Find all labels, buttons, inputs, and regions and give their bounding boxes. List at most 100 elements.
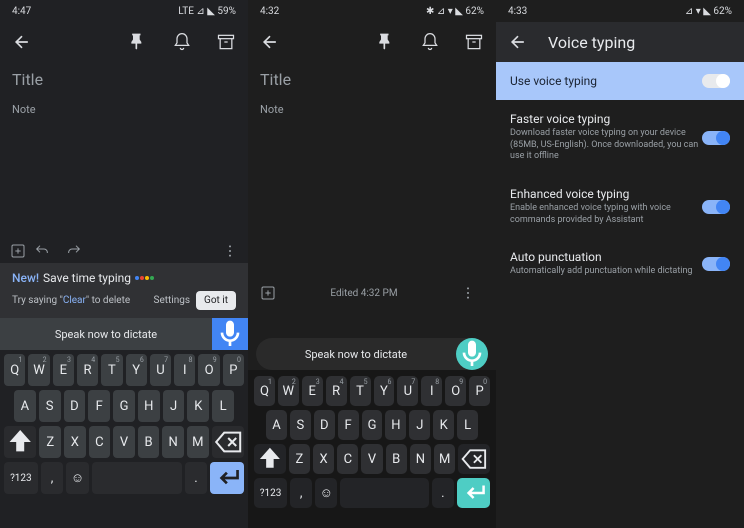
key-f[interactable]: F [88, 390, 110, 422]
key-w[interactable]: W2 [28, 354, 49, 386]
key-t[interactable]: T5 [101, 354, 122, 386]
more-icon[interactable] [222, 243, 238, 259]
toggle-switch[interactable] [702, 74, 730, 88]
key-h[interactable]: H [385, 410, 406, 440]
key-b[interactable]: B [386, 444, 407, 474]
key-f[interactable]: F [338, 410, 359, 440]
comma-key[interactable]: , [41, 462, 64, 494]
setting-row-1[interactable]: Faster voice typingDownload faster voice… [496, 100, 744, 175]
key-e[interactable]: E3 [302, 376, 323, 406]
key-u[interactable]: U7 [150, 354, 171, 386]
reminder-icon[interactable] [420, 32, 440, 52]
key-g[interactable]: G [362, 410, 383, 440]
key-b[interactable]: B [138, 426, 160, 458]
emoji-key[interactable]: ☺ [66, 462, 89, 494]
back-button[interactable] [508, 32, 528, 52]
space-key[interactable] [340, 478, 428, 508]
key-v[interactable]: V [361, 444, 382, 474]
key-k[interactable]: K [187, 390, 209, 422]
gotit-button[interactable]: Got it [196, 291, 236, 310]
key-j[interactable]: J [409, 410, 430, 440]
key-o[interactable]: O9 [198, 354, 219, 386]
key-h[interactable]: H [138, 390, 160, 422]
space-key[interactable] [92, 462, 182, 494]
back-button[interactable] [12, 32, 32, 52]
key-a[interactable]: A [14, 390, 36, 422]
enter-key[interactable] [457, 478, 490, 508]
key-y[interactable]: Y6 [374, 376, 395, 406]
mic-button[interactable] [212, 318, 248, 350]
sym-key[interactable]: ?123 [254, 478, 287, 508]
key-c[interactable]: C [89, 426, 111, 458]
reminder-icon[interactable] [172, 32, 192, 52]
redo-icon[interactable] [66, 243, 82, 259]
key-y[interactable]: Y6 [126, 354, 147, 386]
key-l[interactable]: L [457, 410, 478, 440]
key-r[interactable]: R4 [326, 376, 347, 406]
keyboard[interactable]: Q1W2E3R4T5Y6U7I8O9P0 ASDFGHJKL ZXCVBNM ?… [248, 370, 496, 528]
setting-row-2[interactable]: Enhanced voice typingEnable enhanced voi… [496, 175, 744, 238]
key-r[interactable]: R4 [77, 354, 98, 386]
backspace-key[interactable] [212, 426, 244, 458]
key-m[interactable]: M [187, 426, 209, 458]
key-d[interactable]: D [64, 390, 86, 422]
period-key[interactable]: . [185, 462, 208, 494]
shift-key[interactable] [254, 444, 286, 474]
key-k[interactable]: K [433, 410, 454, 440]
key-s[interactable]: S [39, 390, 61, 422]
key-w[interactable]: W2 [278, 376, 299, 406]
archive-icon[interactable] [464, 32, 484, 52]
key-q[interactable]: Q1 [254, 376, 275, 406]
period-key[interactable]: . [432, 478, 454, 508]
add-button[interactable] [260, 285, 276, 301]
key-i[interactable]: I8 [174, 354, 195, 386]
comma-key[interactable]: , [290, 478, 312, 508]
key-v[interactable]: V [113, 426, 135, 458]
key-q[interactable]: Q1 [4, 354, 25, 386]
back-button[interactable] [260, 32, 280, 52]
keyboard[interactable]: Q1W2E3R4T5Y6U7I8O9P0 ASDFGHJKL ZXCVBNM ?… [0, 350, 248, 528]
key-n[interactable]: N [410, 444, 431, 474]
banner-settings-link[interactable]: Settings [154, 295, 191, 306]
setting-row-3[interactable]: Auto punctuationAutomatically add punctu… [496, 238, 744, 290]
undo-icon[interactable] [34, 243, 50, 259]
emoji-key[interactable]: ☺ [315, 478, 337, 508]
key-j[interactable]: J [163, 390, 185, 422]
key-x[interactable]: X [313, 444, 334, 474]
note-field[interactable]: Note [248, 99, 496, 120]
key-x[interactable]: X [64, 426, 86, 458]
key-o[interactable]: O9 [445, 376, 466, 406]
key-p[interactable]: P0 [223, 354, 244, 386]
shift-key[interactable] [4, 426, 36, 458]
key-u[interactable]: U7 [397, 376, 418, 406]
key-d[interactable]: D [314, 410, 335, 440]
toggle-switch[interactable] [702, 257, 730, 271]
key-a[interactable]: A [266, 410, 287, 440]
archive-icon[interactable] [216, 32, 236, 52]
key-e[interactable]: E3 [53, 354, 74, 386]
pin-icon[interactable] [128, 32, 148, 52]
backspace-key[interactable] [458, 444, 490, 474]
key-z[interactable]: Z [289, 444, 310, 474]
title-field[interactable]: Title [248, 70, 496, 89]
sym-key[interactable]: ?123 [4, 462, 38, 494]
key-c[interactable]: C [337, 444, 358, 474]
key-l[interactable]: L [212, 390, 234, 422]
key-m[interactable]: M [434, 444, 455, 474]
enter-key[interactable] [210, 462, 244, 494]
key-p[interactable]: P0 [469, 376, 490, 406]
toggle-switch[interactable] [702, 131, 730, 145]
key-s[interactable]: S [290, 410, 311, 440]
more-icon[interactable] [460, 285, 476, 301]
title-field[interactable]: Title [0, 70, 248, 89]
key-t[interactable]: T5 [350, 376, 371, 406]
add-button[interactable] [10, 243, 26, 259]
key-z[interactable]: Z [39, 426, 61, 458]
note-field[interactable]: Note [0, 99, 248, 120]
mic-button[interactable] [456, 338, 488, 370]
key-n[interactable]: N [162, 426, 184, 458]
toggle-switch[interactable] [702, 200, 730, 214]
pin-icon[interactable] [376, 32, 396, 52]
key-i[interactable]: I8 [421, 376, 442, 406]
setting-row-0[interactable]: Use voice typing [496, 62, 744, 100]
